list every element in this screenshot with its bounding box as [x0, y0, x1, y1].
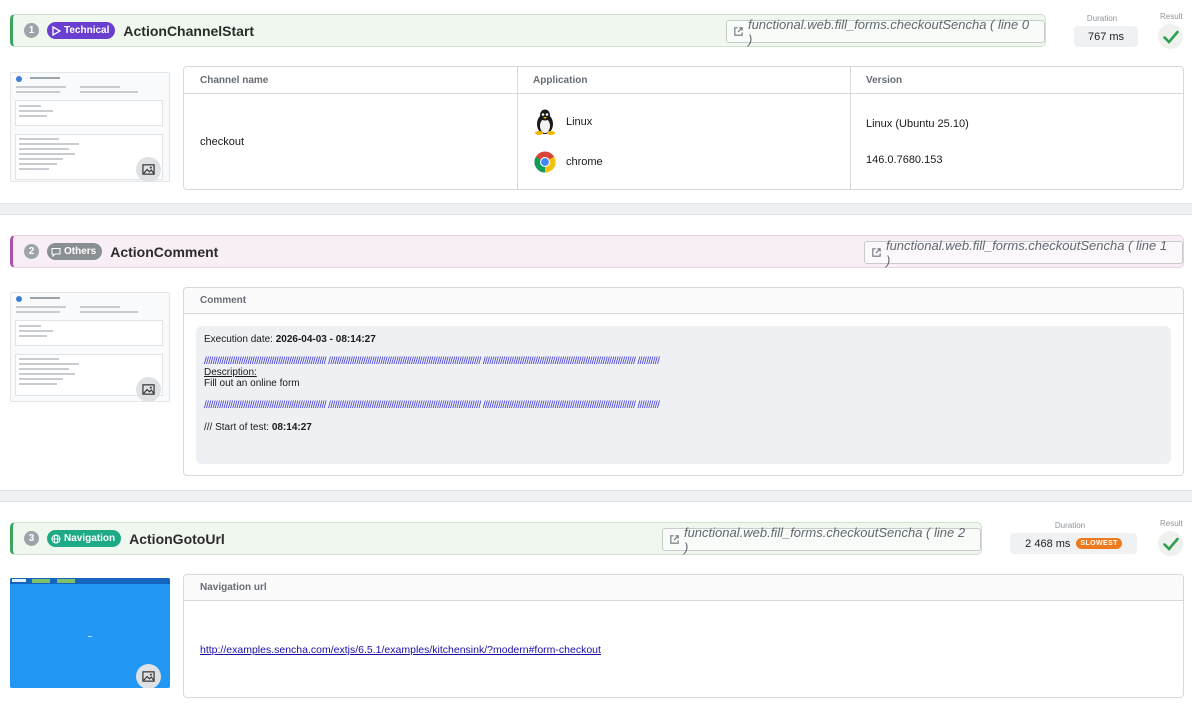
checkmark-icon — [1162, 30, 1179, 44]
badge-label: Navigation — [64, 533, 116, 544]
duration-label: Duration — [1086, 14, 1118, 23]
description-value: Fill out an online form — [204, 378, 300, 389]
separator-slashes: ////////////////////////////////////////… — [204, 356, 660, 367]
start-of-test-label: /// Start of test: — [204, 422, 272, 433]
comment-card: Comment Execution date: 2026-04-03 - 08:… — [183, 287, 1184, 476]
step-separator — [0, 203, 1192, 215]
channel-name-value: checkout — [200, 136, 245, 148]
source-link[interactable]: functional.web.fill_forms.checkoutSencha… — [662, 525, 981, 555]
source-link[interactable]: functional.web.fill_forms.checkoutSencha… — [864, 238, 1183, 268]
image-icon — [142, 384, 155, 395]
comment-icon — [51, 247, 61, 257]
source-text: functional.web.fill_forms.checkoutSencha… — [885, 237, 1168, 268]
source-link[interactable]: functional.web.fill_forms.checkoutSencha… — [726, 17, 1045, 47]
start-of-test-value: 08:14:27 — [271, 422, 312, 433]
thumb-title — [12, 579, 26, 582]
step-number: 1 — [24, 23, 39, 38]
duration-value: 2 468 ms SLOWEST — [1010, 533, 1137, 554]
separator-slashes: ////////////////////////////////////////… — [204, 400, 660, 411]
step-1-header[interactable]: 1 Technical ActionChannelStart functiona… — [10, 14, 1046, 47]
thumb-logo — [16, 296, 22, 302]
description-label: Description: — [204, 367, 257, 378]
execution-date-label: Execution date: — [204, 334, 276, 345]
version-value: 146.0.7680.153 — [866, 154, 943, 166]
external-link-icon — [872, 248, 881, 257]
technical-badge: Technical — [47, 22, 116, 39]
thumb-tab — [57, 579, 75, 583]
thumb-cursor — [88, 636, 92, 637]
result-success — [1158, 531, 1183, 556]
step-2-header[interactable]: 2 Others ActionComment functional.web.fi… — [10, 235, 1184, 268]
chrome-icon — [534, 151, 556, 173]
column-header-application: Application — [533, 74, 588, 86]
step-separator — [0, 490, 1192, 502]
step-3-header[interactable]: 3 Navigation ActionGotoUrl functional.we… — [10, 522, 982, 555]
view-image-button[interactable] — [136, 664, 161, 688]
globe-icon — [51, 534, 61, 543]
application-name: chrome — [566, 156, 603, 168]
execution-date-line: Execution date: 2026-04-03 - 08:14:27 — [204, 334, 1163, 345]
duration-label: Duration — [1054, 521, 1086, 530]
thumb-tab — [32, 579, 50, 583]
duration-text: 2 468 ms — [1025, 537, 1071, 550]
source-text: functional.web.fill_forms.checkoutSencha… — [747, 16, 1030, 47]
comment-content: Execution date: 2026-04-03 - 08:14:27 //… — [196, 326, 1171, 464]
navigation-badge: Navigation — [47, 530, 122, 547]
others-badge: Others — [47, 243, 103, 260]
result-success — [1158, 24, 1183, 49]
play-icon — [52, 25, 61, 36]
action-name: ActionChannelStart — [123, 22, 255, 39]
duration-text: 767 ms — [1087, 30, 1125, 43]
card-title: Navigation url — [184, 575, 1183, 601]
badge-label: Technical — [64, 25, 110, 36]
duration-value: 767 ms — [1074, 26, 1138, 47]
action-name: ActionComment — [110, 243, 219, 260]
application-name: Linux — [566, 116, 593, 128]
result-label: Result — [1160, 12, 1183, 21]
app-row-chrome: chrome — [534, 151, 603, 173]
version-value: Linux (Ubuntu 25.10) — [866, 118, 969, 130]
column-header-version: Version — [866, 74, 903, 86]
step-number: 3 — [24, 531, 39, 546]
screenshot-thumbnail[interactable] — [10, 72, 170, 182]
linux-penguin-icon — [535, 109, 555, 135]
badge-label: Others — [64, 246, 97, 257]
external-link-icon — [734, 27, 743, 36]
result-label: Result — [1160, 519, 1183, 528]
checkmark-icon — [1162, 537, 1179, 551]
action-name: ActionGotoUrl — [129, 530, 225, 547]
navigation-url-link[interactable]: http://examples.sencha.com/extjs/6.5.1/e… — [200, 644, 601, 656]
card-title: Comment — [184, 288, 1183, 314]
step-number: 2 — [24, 244, 39, 259]
execution-date-value: 2026-04-03 - 08:14:27 — [275, 334, 376, 345]
image-icon — [142, 671, 155, 682]
start-of-test-line: /// Start of test: 08:14:27 — [204, 422, 1163, 433]
navigation-url-card: Navigation url http://examples.sencha.co… — [183, 574, 1184, 698]
column-header-channel: Channel name — [200, 74, 269, 86]
screenshot-thumbnail[interactable] — [10, 292, 170, 402]
source-text: functional.web.fill_forms.checkoutSencha… — [683, 524, 966, 555]
slowest-badge: SLOWEST — [1076, 538, 1122, 549]
view-image-button[interactable] — [136, 377, 161, 402]
thumb-logo — [16, 76, 22, 82]
app-row-linux: Linux — [534, 109, 592, 135]
screenshot-thumbnail[interactable] — [10, 578, 170, 688]
view-image-button[interactable] — [136, 157, 161, 182]
external-link-icon — [670, 535, 679, 544]
image-icon — [142, 164, 155, 175]
channel-info-table: Channel name Application Version checkou… — [183, 66, 1184, 190]
